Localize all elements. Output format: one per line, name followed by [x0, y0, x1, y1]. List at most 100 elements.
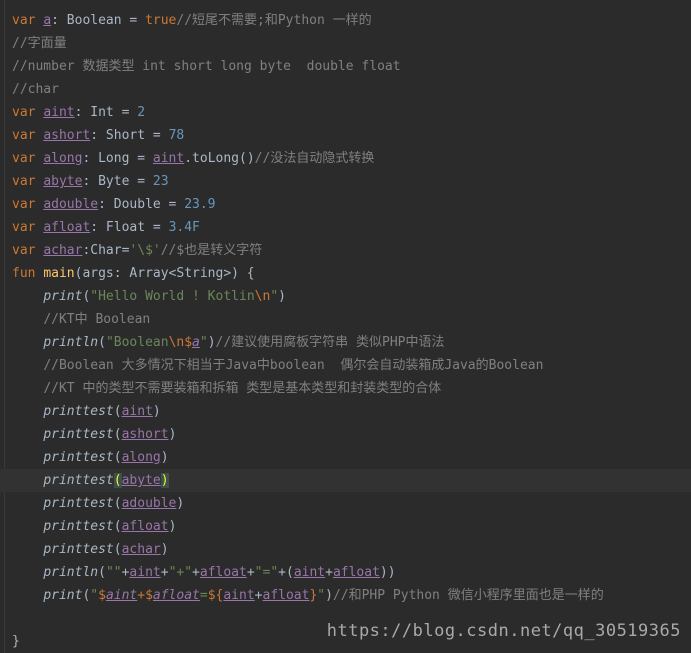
property-token: aint — [293, 565, 326, 580]
code-line[interactable]: //number 数据类型 int short long byte double… — [12, 55, 401, 78]
code-token: ( — [113, 427, 122, 442]
code-line[interactable]: var aint: Int = 2 — [12, 101, 145, 124]
matched-brace-token: ) — [160, 473, 169, 488]
code-line[interactable]: println("Boolean\n$a")//建议使用腐板字符串 类似PHP中… — [12, 331, 445, 354]
property-token: afloat — [332, 565, 380, 580]
template-property-token: aint — [105, 588, 138, 603]
code-line[interactable]: //Boolean 大多情况下相当于Java中boolean 偶尔会自动装箱成J… — [12, 354, 543, 377]
watermark-url: https://blog.csdn.net/qq_30519365 — [326, 621, 681, 641]
code-editor[interactable]: */ var a: Boolean = true//短尾不需要;和Python … — [0, 0, 691, 653]
keyword-token: var — [12, 174, 44, 189]
property-token: aint — [43, 105, 75, 120]
property-token: aint — [121, 404, 153, 419]
keyword-token: fun — [12, 266, 44, 281]
template-property-token: afloat — [152, 588, 200, 603]
code-line[interactable]: var abyte: Byte = 23 — [12, 170, 169, 193]
code-line[interactable]: //KT 中的类型不需要装箱和拆箱 类型是基本类型和封装类型的合体 — [12, 377, 441, 400]
function-call-token: printtest — [43, 496, 114, 511]
property-token: afloat — [262, 588, 310, 603]
escape-token: $ — [98, 588, 106, 603]
escape-token: ${ — [207, 588, 224, 603]
string-token: " — [199, 335, 208, 350]
property-token: afloat — [199, 565, 247, 580]
number-token: 23 — [152, 174, 169, 189]
code-line[interactable]: var adouble: Double = 23.9 — [12, 193, 216, 216]
code-token: ( — [98, 335, 106, 350]
escape-token: \n — [254, 289, 271, 304]
code-line[interactable]: printtest(ashort) — [12, 423, 176, 446]
keyword-token: var — [12, 151, 44, 166]
property-token: achar — [43, 243, 83, 258]
code-line[interactable]: var along: Long = aint.toLong()//没法自动隐式转… — [12, 147, 374, 170]
property-token: afloat — [43, 220, 91, 235]
string-token: " — [90, 588, 99, 603]
code-line[interactable]: var ashort: Short = 78 — [12, 124, 184, 147]
template-property-token: a — [192, 335, 200, 350]
function-call-token: printtest — [43, 404, 114, 419]
code-line[interactable]: printtest(abyte) — [0, 469, 691, 492]
code-token: ) — [325, 588, 333, 603]
code-line[interactable]: } — [12, 630, 20, 653]
code-line[interactable]: var afloat: Float = 3.4F — [12, 216, 200, 239]
function-call-token: println — [43, 565, 99, 580]
code-token: : Long = — [82, 151, 153, 166]
property-token: adouble — [43, 197, 99, 212]
indent-token — [12, 519, 43, 534]
code-token: : Int = — [74, 105, 138, 120]
indent-token — [12, 565, 43, 580]
code-token: ( — [98, 565, 106, 580]
code-line[interactable]: //char — [12, 78, 59, 101]
property-token: adouble — [121, 496, 177, 511]
code-token: ) — [160, 542, 169, 557]
code-line[interactable]: print("$aint+$afloat=${aint+afloat}")//和… — [12, 584, 603, 607]
code-line[interactable]: printtest(aint) — [12, 400, 161, 423]
string-token: "" — [105, 565, 122, 580]
number-token: 3.4F — [168, 220, 200, 235]
comment-token: //KT 中的类型不需要装箱和拆箱 类型是基本类型和封装类型的合体 — [43, 381, 442, 396]
code-line[interactable]: print("Hello World ! Kotlin\n") — [12, 285, 286, 308]
code-line[interactable]: //字面量 — [12, 32, 67, 55]
code-line[interactable]: printtest(adouble) — [12, 492, 184, 515]
code-token: ( — [113, 519, 122, 534]
code-line[interactable]: fun main(args: Array<String>) { — [12, 262, 255, 285]
string-token: " — [317, 588, 326, 603]
code-token: } — [12, 634, 20, 649]
function-call-token: printtest — [43, 473, 114, 488]
code-line[interactable]: //KT中 Boolean — [12, 308, 150, 331]
function-name-token: main — [43, 266, 75, 281]
code-token: (args: Array<String>) { — [74, 266, 255, 281]
comment-token: //number 数据类型 int short long byte double… — [12, 59, 401, 74]
number-token: 23.9 — [184, 197, 216, 212]
indent-token — [12, 358, 43, 373]
string-token: "+" — [168, 565, 193, 580]
comment-token: //建议使用腐板字符串 类似PHP中语法 — [215, 335, 445, 350]
code-line[interactable]: printtest(achar) — [12, 538, 169, 561]
function-call-token: printtest — [43, 427, 114, 442]
property-token: aint — [223, 588, 255, 603]
code-token: : Boolean = — [51, 13, 146, 28]
code-token: ) — [152, 404, 161, 419]
string-token: = — [199, 588, 208, 603]
code-line[interactable]: var a: Boolean = true//短尾不需要;和Python 一样的 — [12, 9, 372, 32]
gutter-divider — [4, 0, 5, 653]
code-line[interactable]: var achar:Char='\$'//$也是转义字符 — [12, 239, 262, 262]
code-token: ( — [113, 542, 122, 557]
code-line[interactable]: printtest(along) — [12, 446, 168, 469]
escape-token: +$ — [137, 588, 153, 603]
property-token: aint — [152, 151, 185, 166]
code-token: ) — [168, 427, 177, 442]
property-token: aint — [129, 565, 161, 580]
previous-comment-fragment: */ — [12, 0, 28, 3]
indent-token — [12, 496, 43, 511]
indent-token — [12, 473, 43, 488]
code-line[interactable]: println(""+aint+"+"+afloat+"="+(aint+afl… — [12, 561, 395, 584]
code-token: + — [192, 565, 200, 580]
comment-token: //没法自动隐式转换 — [254, 151, 375, 166]
property-token: ashort — [43, 128, 91, 143]
indent-token — [12, 542, 43, 557]
comment-token: //$也是转义字符 — [160, 243, 263, 258]
string-token: "Hello World ! Kotlin — [90, 289, 255, 304]
indent-token — [12, 381, 43, 396]
code-line[interactable]: printtest(afloat) — [12, 515, 176, 538]
code-token: : Float = — [90, 220, 169, 235]
